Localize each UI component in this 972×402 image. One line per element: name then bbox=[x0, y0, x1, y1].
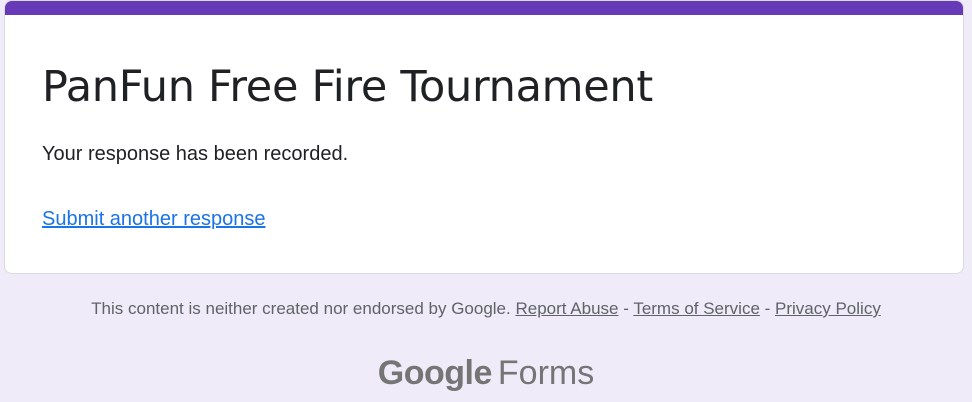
footer-separator: - bbox=[618, 299, 634, 318]
footer: This content is neither created nor endo… bbox=[0, 297, 972, 321]
terms-of-service-link[interactable]: Terms of Service bbox=[633, 299, 760, 318]
form-card: PanFun Free Fire Tournament Your respons… bbox=[4, 0, 964, 274]
forms-wordmark: Forms bbox=[497, 354, 595, 392]
confirmation-message: Your response has been recorded. bbox=[42, 143, 349, 165]
submit-another-response-link[interactable]: Submit another response bbox=[42, 206, 265, 232]
footer-disclaimer: This content is neither created nor endo… bbox=[91, 299, 511, 318]
google-wordmark: Google bbox=[377, 354, 493, 392]
card-accent-bar bbox=[5, 1, 963, 15]
google-forms-logo[interactable]: Google Forms bbox=[0, 352, 972, 394]
footer-separator: - bbox=[759, 299, 776, 318]
privacy-policy-link[interactable]: Privacy Policy bbox=[775, 299, 881, 318]
form-title: PanFun Free Fire Tournament bbox=[42, 62, 653, 112]
report-abuse-link[interactable]: Report Abuse bbox=[515, 299, 618, 318]
card-body: PanFun Free Fire Tournament Your respons… bbox=[42, 58, 939, 232]
